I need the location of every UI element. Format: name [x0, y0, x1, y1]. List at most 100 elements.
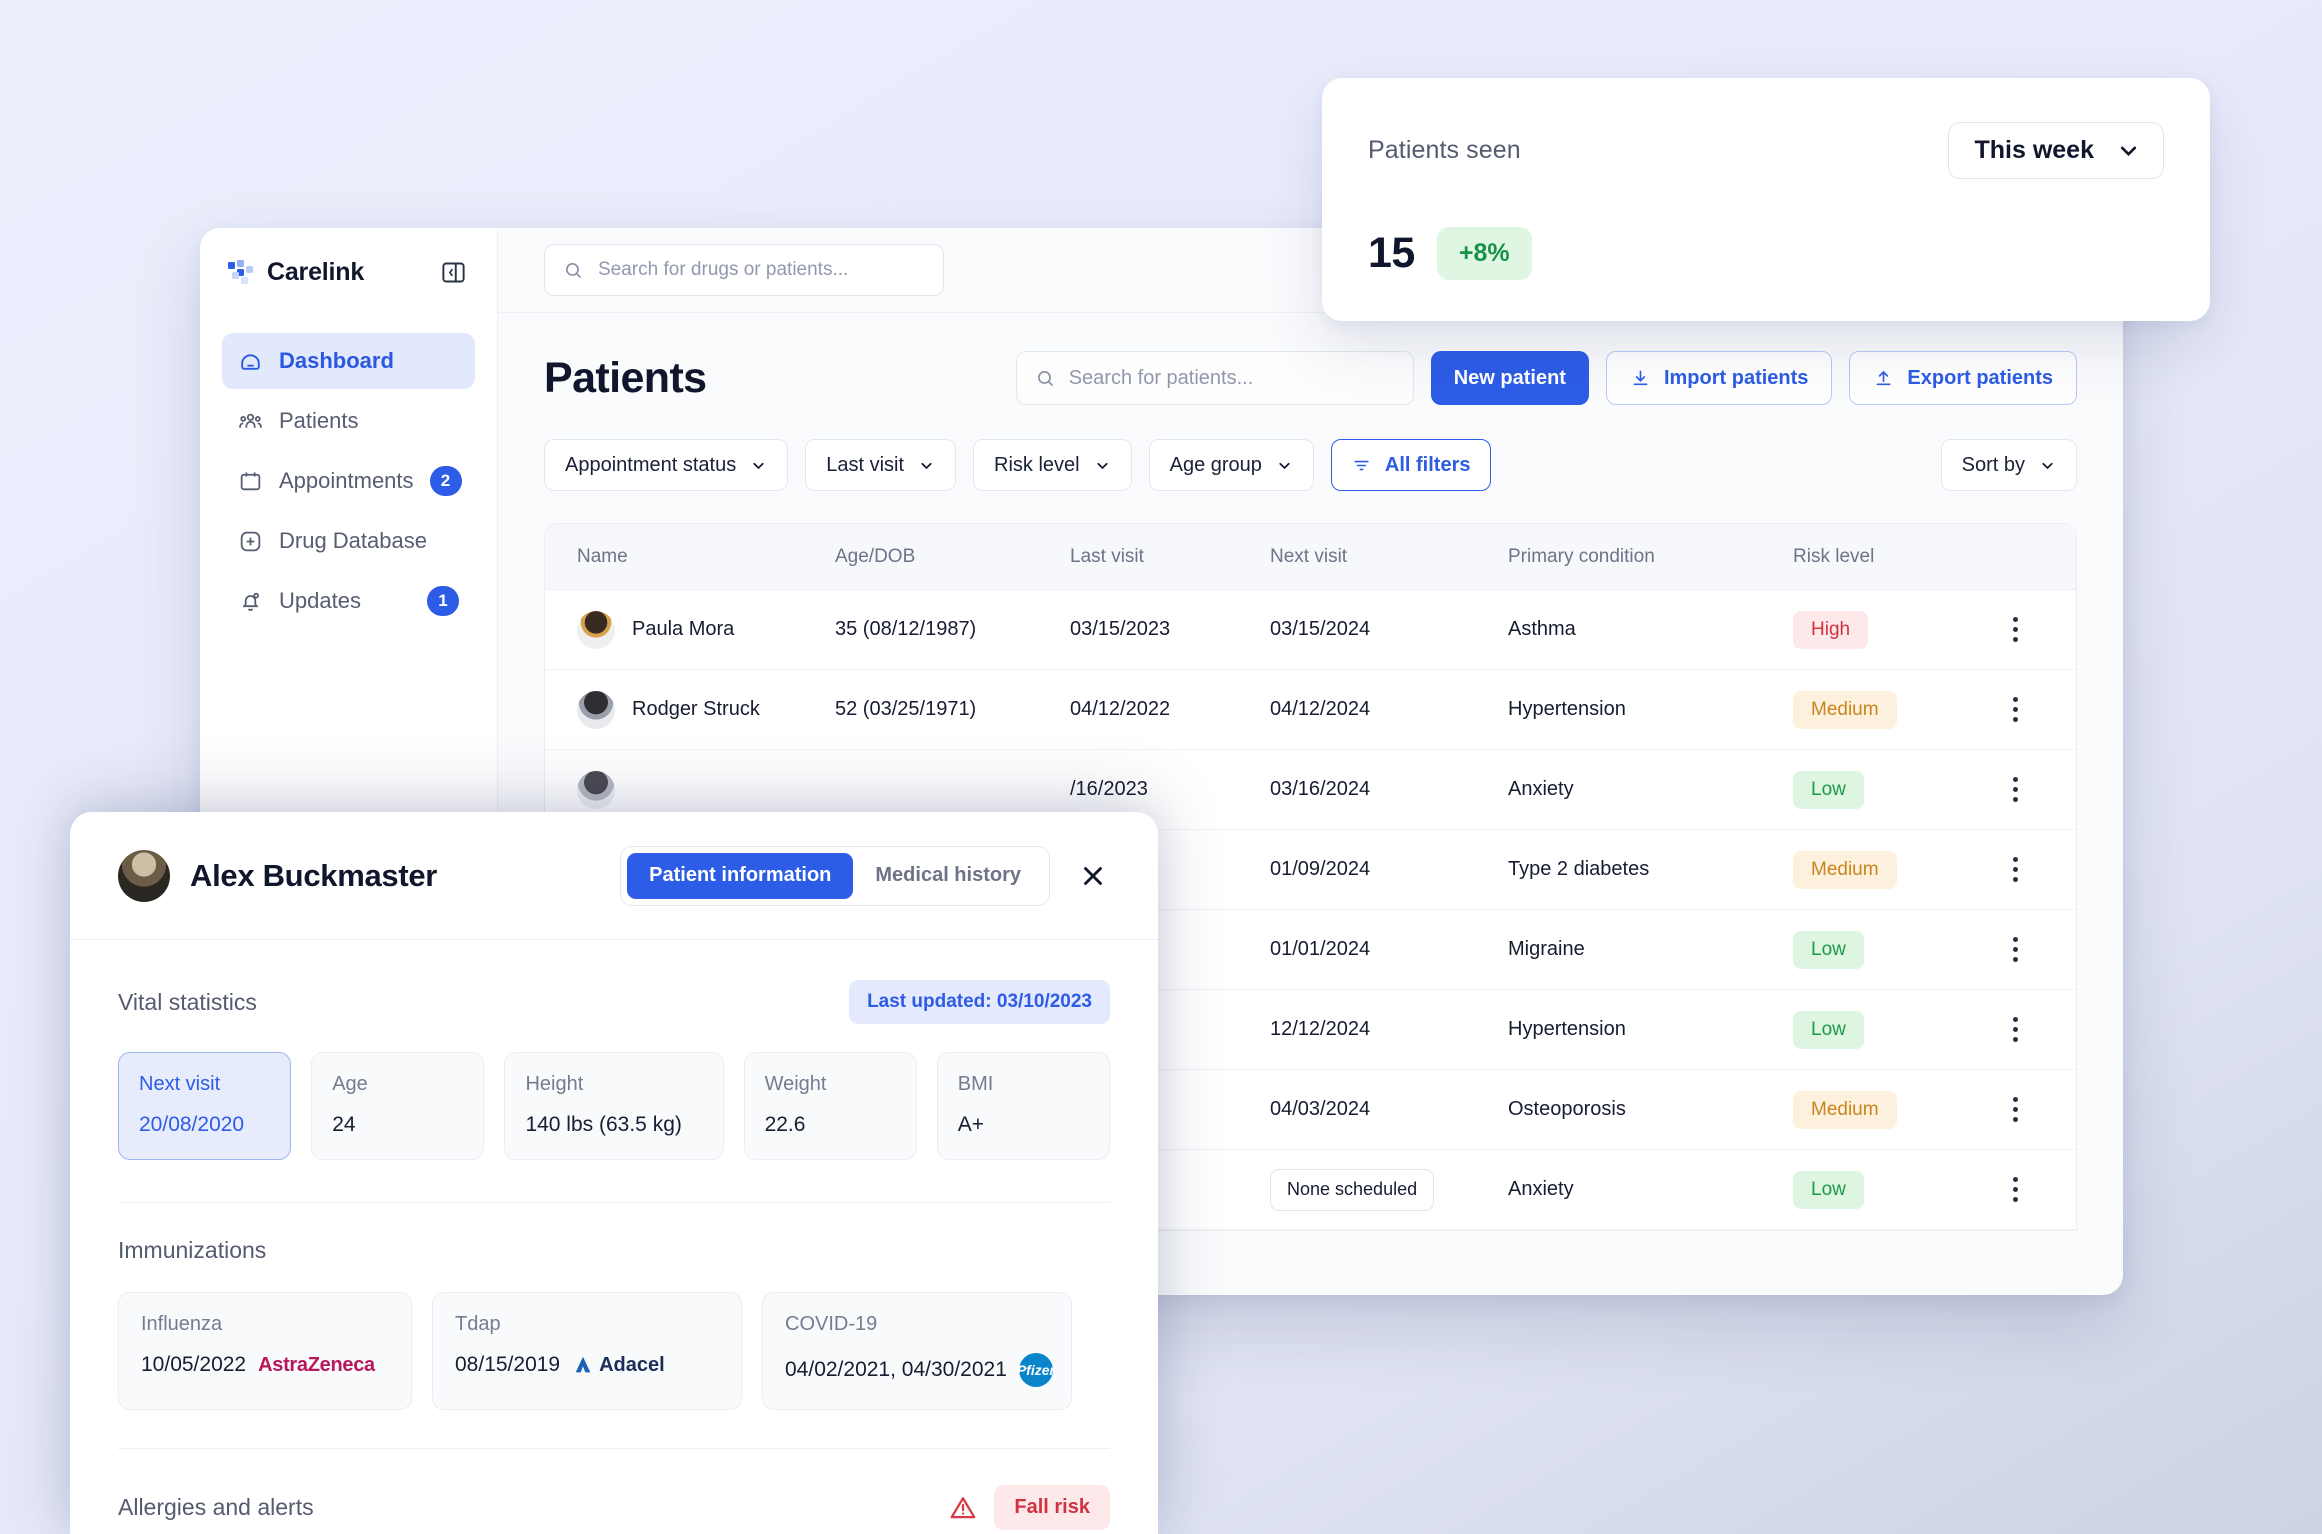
immunization-date: 04/02/2021, 04/30/2021: [785, 1358, 1007, 1381]
global-search-input[interactable]: Search for drugs or patients...: [544, 244, 944, 296]
astrazeneca-logo: AstraZeneca: [258, 1353, 375, 1376]
sidebar-item-patients[interactable]: Patients: [222, 393, 475, 449]
immunization-card-influenza[interactable]: Influenza 10/05/2022 AstraZeneca: [118, 1292, 412, 1410]
vital-card-height[interactable]: Height 140 lbs (63.5 kg): [504, 1052, 724, 1160]
modal-tabs: Patient information Medical history: [620, 845, 1050, 906]
import-patients-button[interactable]: Import patients: [1605, 351, 1833, 405]
cell-risk-level: Low: [1793, 1010, 1998, 1049]
kebab-menu-icon[interactable]: [2012, 1017, 2019, 1042]
sort-by-button[interactable]: Sort by: [1940, 439, 2077, 491]
cell-primary-condition: Hypertension: [1508, 1018, 1626, 1040]
cell-next-visit: 04/03/2024: [1270, 1098, 1371, 1120]
immunization-date: 10/05/2022: [141, 1353, 247, 1376]
vital-label: Height: [525, 1073, 584, 1095]
sidebar-item-appointments[interactable]: Appointments 2: [222, 453, 475, 509]
last-updated-badge: Last updated: 03/10/2023: [849, 980, 1110, 1024]
sidebar-badge-updates: 1: [427, 586, 459, 616]
new-patient-button[interactable]: New patient: [1430, 351, 1589, 405]
screen-root: Carelink Dashboard Patients Appointments…: [0, 0, 2322, 1534]
status-badge: Low: [1793, 930, 1864, 969]
kebab-menu-icon[interactable]: [2012, 777, 2019, 802]
filter-risk-level[interactable]: Risk level: [973, 439, 1132, 491]
cell-actions: [1998, 1017, 2076, 1042]
filter-age-group[interactable]: Age group: [1148, 439, 1314, 491]
fall-risk-alert: Fall risk: [948, 1485, 1110, 1530]
cell-risk-level: Low: [1793, 770, 1998, 809]
fall-risk-badge: Fall risk: [994, 1485, 1110, 1530]
sidebar-item-label: Patients: [279, 408, 359, 433]
vital-card-weight[interactable]: Weight 22.6: [743, 1052, 917, 1160]
cell-name: Rodger Struck: [545, 690, 835, 729]
immunization-value: 04/02/2021, 04/30/2021 Pfizer: [785, 1353, 1055, 1387]
filter-label: Age group: [1169, 453, 1262, 476]
cell-age-dob: 52 (03/25/1971): [835, 698, 977, 720]
sidebar-item-updates[interactable]: Updates 1: [222, 573, 475, 629]
kebab-menu-icon[interactable]: [2012, 617, 2019, 642]
warning-triangle-icon: [948, 1493, 978, 1523]
patients-seen-card: Patients seen This week 15 +8%: [1322, 78, 2210, 321]
kebab-menu-icon[interactable]: [2012, 697, 2019, 722]
patient-name-text: Paula Mora: [632, 618, 735, 640]
filter-label: Risk level: [994, 453, 1080, 476]
tab-patient-information[interactable]: Patient information: [627, 852, 854, 899]
time-range-select[interactable]: This week: [1947, 122, 2164, 179]
time-range-value: This week: [1974, 136, 2095, 164]
close-icon[interactable]: [1076, 859, 1110, 893]
cell-actions: [1998, 1177, 2076, 1202]
cell-next-visit: 04/12/2024: [1270, 698, 1371, 720]
filter-label: Appointment status: [565, 453, 737, 476]
kebab-menu-icon[interactable]: [2012, 937, 2019, 962]
cell-name: Paula Mora: [545, 610, 835, 649]
chevron-down-icon: [1276, 457, 1293, 474]
search-icon: [1035, 368, 1056, 389]
sidebar-item-dashboard[interactable]: Dashboard: [222, 333, 475, 389]
vital-label: Age: [332, 1073, 368, 1095]
export-patients-button[interactable]: Export patients: [1849, 351, 2077, 405]
search-input[interactable]: Search for patients...: [1015, 351, 1414, 405]
all-filters-button[interactable]: All filters: [1330, 439, 1492, 491]
avatar: [577, 690, 615, 729]
sidebar-nav: Dashboard Patients Appointments 2 Drug D…: [222, 333, 475, 629]
upload-icon: [1873, 368, 1894, 389]
cell-actions: [1998, 617, 2076, 642]
vital-statistics-section: Vital statistics Last updated: 03/10/202…: [70, 940, 1158, 1203]
kebab-menu-icon[interactable]: [2012, 1097, 2019, 1122]
table-row[interactable]: Paula Mora 35 (08/12/1987) 03/15/2023 03…: [545, 590, 2076, 670]
immunization-card-covid19[interactable]: COVID-19 04/02/2021, 04/30/2021 Pfizer: [762, 1292, 1072, 1410]
cell-actions: [1998, 777, 2076, 802]
adacel-label: Adacel: [599, 1353, 665, 1376]
vital-card-age[interactable]: Age 24: [311, 1052, 485, 1160]
column-header-name: Name: [577, 545, 628, 567]
pill-cross-icon: [238, 529, 263, 554]
table-row[interactable]: Rodger Struck 52 (03/25/1971) 04/12/2022…: [545, 670, 2076, 750]
immunization-card-tdap[interactable]: Tdap 08/15/2019 Adacel: [432, 1292, 742, 1410]
filter-appointment-status[interactable]: Appointment status: [544, 439, 789, 491]
column-header-last-visit: Last visit: [1070, 545, 1144, 567]
sidebar-item-label: Appointments: [279, 468, 414, 493]
vital-value: A+: [957, 1113, 985, 1136]
allergies-header: Allergies and alerts Fall risk: [118, 1485, 1110, 1530]
modal-header: Alex Buckmaster Patient information Medi…: [70, 812, 1158, 940]
header-actions: Search for patients... New patient Impor…: [1015, 351, 2077, 405]
immunizations-section: Immunizations Influenza 10/05/2022 Astra…: [70, 1203, 1158, 1449]
cell-next-visit: 03/15/2024: [1270, 618, 1371, 640]
vital-card-next-visit[interactable]: Next visit 20/08/2020: [118, 1052, 292, 1160]
vital-value: 22.6: [764, 1113, 806, 1136]
cell-risk-level: Medium: [1793, 690, 1998, 729]
vital-value: 140 lbs (63.5 kg): [525, 1113, 682, 1136]
immunization-value: 10/05/2022 AstraZeneca: [141, 1353, 389, 1377]
cell-age-dob: 35 (08/12/1987): [835, 618, 977, 640]
patients-seen-delta: +8%: [1436, 227, 1532, 280]
patient-detail-modal: Alex Buckmaster Patient information Medi…: [70, 812, 1158, 1534]
panel-collapse-icon[interactable]: [440, 259, 467, 286]
status-badge: Medium: [1793, 1090, 1897, 1129]
kebab-menu-icon[interactable]: [2012, 857, 2019, 882]
sidebar-item-drug-database[interactable]: Drug Database: [222, 513, 475, 569]
kebab-menu-icon[interactable]: [2012, 1177, 2019, 1202]
tab-medical-history[interactable]: Medical history: [853, 853, 1043, 899]
filter-last-visit[interactable]: Last visit: [805, 439, 957, 491]
people-icon: [238, 409, 263, 434]
vital-card-bmi[interactable]: BMI A+: [936, 1052, 1111, 1160]
cell-primary-condition: Osteoporosis: [1508, 1098, 1626, 1120]
immunizations-title: Immunizations: [118, 1237, 267, 1263]
